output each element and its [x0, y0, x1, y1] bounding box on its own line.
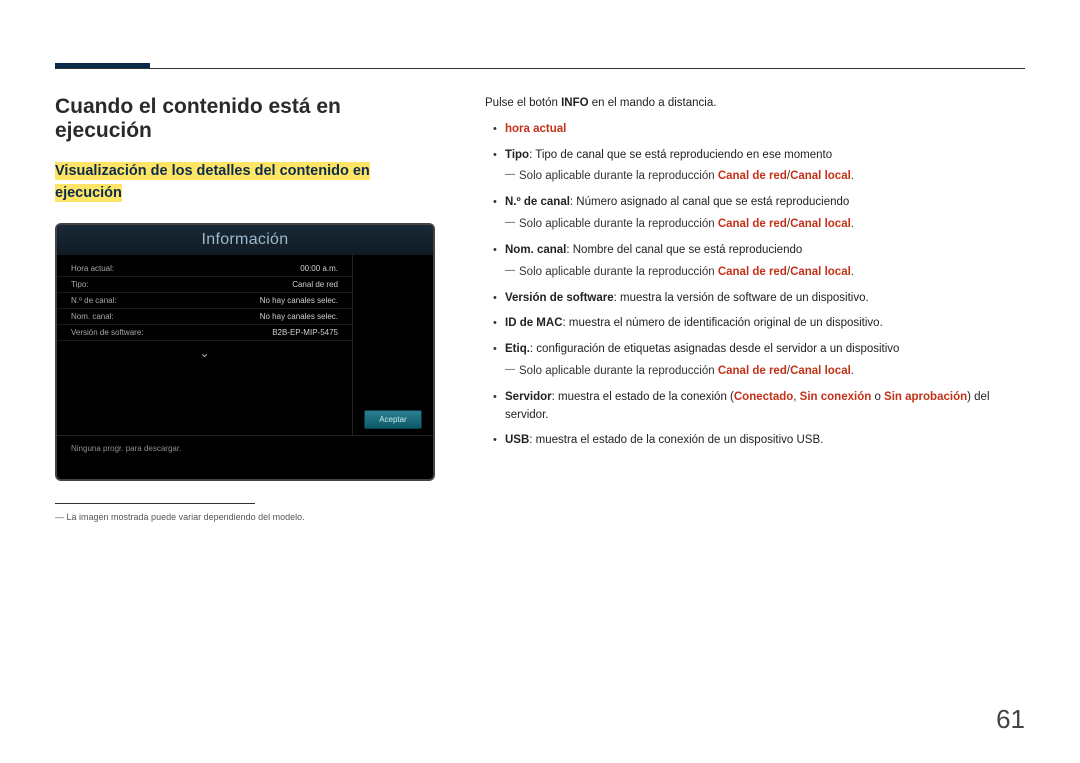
accept-button[interactable]: Aceptar — [364, 410, 422, 429]
top-rule — [55, 68, 1025, 69]
list-item: Servidor: muestra el estado de la conexi… — [493, 389, 1025, 425]
info-panel-right: Aceptar — [353, 255, 433, 435]
footnote-text: ― La imagen mostrada puede variar depend… — [55, 512, 435, 522]
list-item: USB: muestra el estado de la conexión de… — [493, 432, 1025, 450]
page-content: Cuando el contenido está en ejecución Vi… — [55, 95, 1025, 522]
sub-item: Solo aplicable durante la reproducción C… — [505, 264, 1025, 282]
info-row-label: Hora actual: — [71, 264, 114, 273]
list-item: Etiq.: configuración de etiquetas asigna… — [493, 341, 1025, 381]
info-panel: Información Hora actual: 00:00 a.m. Tipo… — [55, 223, 435, 481]
info-row-value: Canal de red — [292, 280, 338, 289]
intro-line: Pulse el botón INFO en el mando a distan… — [485, 95, 1025, 113]
info-row-label: N.º de canal: — [71, 296, 117, 305]
info-panel-rows: Hora actual: 00:00 a.m. Tipo: Canal de r… — [57, 255, 353, 435]
sub-item: Solo aplicable durante la reproducción C… — [505, 363, 1025, 381]
list-item: Versión de software: muestra la versión … — [493, 290, 1025, 308]
info-row-label: Versión de software: — [71, 328, 143, 337]
info-row: Versión de software: B2B-EP-MIP-5475 — [57, 325, 352, 341]
info-row: N.º de canal: No hay canales selec. — [57, 293, 352, 309]
list-item: ID de MAC: muestra el número de identifi… — [493, 315, 1025, 333]
page-title: Cuando el contenido está en ejecución — [55, 95, 435, 143]
info-row-value: B2B-EP-MIP-5475 — [272, 328, 338, 337]
list-item: Tipo: Tipo de canal que se está reproduc… — [493, 147, 1025, 187]
list-item: N.º de canal: Número asignado al canal q… — [493, 194, 1025, 234]
footnote-rule — [55, 503, 255, 510]
info-row: Hora actual: 00:00 a.m. — [57, 261, 352, 277]
info-row-value: No hay canales selec. — [260, 312, 338, 321]
list-item: Nom. canal: Nombre del canal que se está… — [493, 242, 1025, 282]
chevron-row: ⌄ — [57, 341, 352, 362]
info-row: Nom. canal: No hay canales selec. — [57, 309, 352, 325]
bullet-list: hora actual Tipo: Tipo de canal que se e… — [485, 121, 1025, 450]
right-column: Pulse el botón INFO en el mando a distan… — [485, 95, 1025, 522]
info-row-label: Tipo: — [71, 280, 89, 289]
sub-item: Solo aplicable durante la reproducción C… — [505, 216, 1025, 234]
list-item: hora actual — [493, 121, 1025, 139]
hora-actual: hora actual — [505, 123, 566, 135]
info-row-label: Nom. canal: — [71, 312, 114, 321]
section-subtitle: Visualización de los detalles del conten… — [55, 161, 435, 205]
info-panel-body: Hora actual: 00:00 a.m. Tipo: Canal de r… — [57, 255, 433, 435]
chevron-down-icon[interactable]: ⌄ — [199, 346, 209, 360]
left-column: Cuando el contenido está en ejecución Vi… — [55, 95, 435, 522]
info-panel-footer: Ninguna progr. para descargar. — [57, 435, 433, 481]
info-row-value: No hay canales selec. — [260, 296, 338, 305]
info-row-value: 00:00 a.m. — [300, 264, 338, 273]
sub-item: Solo aplicable durante la reproducción C… — [505, 168, 1025, 186]
info-row: Tipo: Canal de red — [57, 277, 352, 293]
page-number: 61 — [996, 704, 1025, 735]
info-panel-title: Información — [57, 225, 433, 255]
